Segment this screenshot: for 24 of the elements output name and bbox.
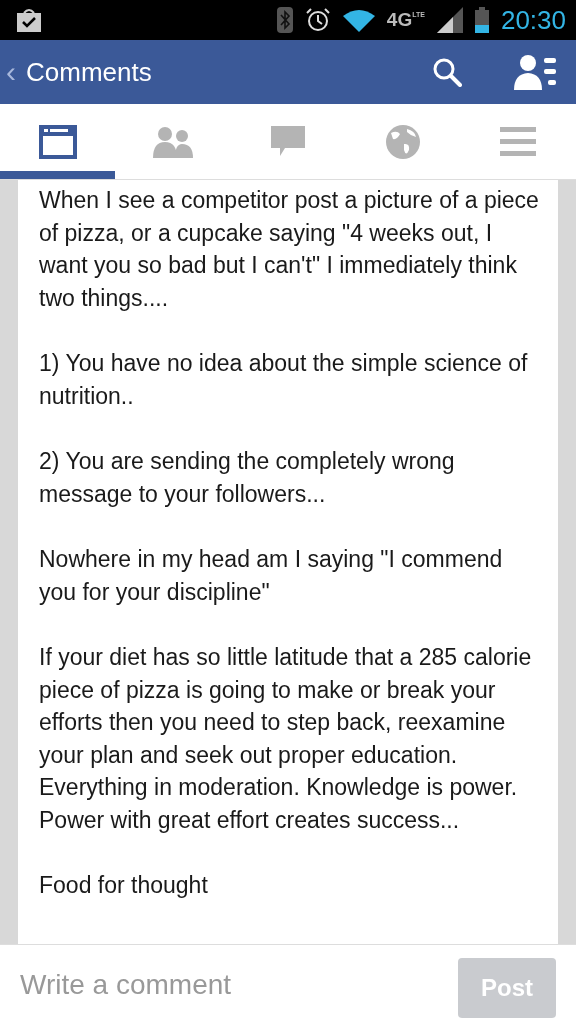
wifi-icon: [342, 8, 375, 32]
comment-paragraph: Nowhere in my head am I saying "I commend you for your discipline": [39, 545, 504, 607]
comment-paragraph: 2) You are sending the completely wrong message to your followers...: [39, 447, 456, 509]
news-feed-icon: [38, 124, 77, 159]
shopping-bag-icon: [16, 7, 42, 33]
battery-icon: [474, 7, 489, 33]
search-icon[interactable]: [432, 57, 462, 87]
two-people-icon: [152, 125, 193, 158]
comment-paragraph: When I see a competitor post a picture of a piece of pizza, or a cupcake saying "4 weeks out, I want you so bad but I can't" I immediately think two things....: [39, 186, 540, 313]
menu-icon: [500, 126, 537, 157]
back-button[interactable]: ‹ Comments: [6, 56, 152, 88]
comment-paragraph: 1) You have no idea about the simple science of nutrition..: [39, 349, 529, 411]
comment-paragraph: If your diet has so little latitude that a 285 calorie piece of pizza is going to make or break your efforts then you need to step back, reexamine your plan and seek out proper education. Everything in moderation. Knowledge is power. Power with great effort creates success...: [39, 643, 533, 835]
clock-time: 20:30: [500, 4, 566, 36]
back-chevron: ‹: [6, 57, 16, 87]
network-type: 4G: [386, 10, 413, 30]
comment-paragraph: Food for thought: [39, 871, 209, 900]
friends-list-icon[interactable]: [514, 54, 556, 90]
bluetooth-icon: [276, 7, 293, 33]
globe-icon: [385, 123, 422, 160]
signal-icon: [436, 7, 463, 33]
screen-title: Comments: [26, 56, 152, 88]
speech-bubble-icon: [271, 125, 305, 158]
alarm-clock-icon: [304, 7, 331, 33]
